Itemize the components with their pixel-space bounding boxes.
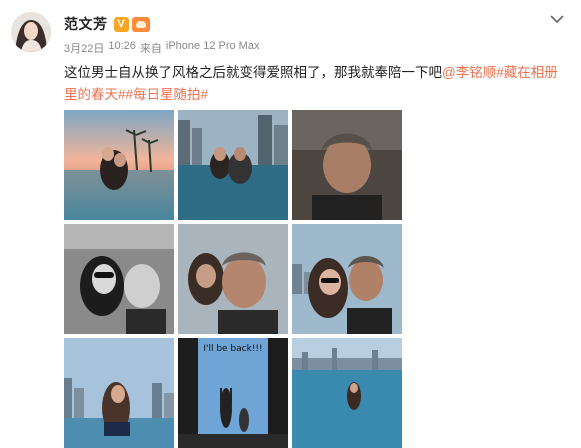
hashtag-link-2[interactable]: #每日星随拍# bbox=[126, 87, 209, 102]
mention-link[interactable]: @李铭顺 bbox=[442, 65, 496, 80]
vip-badge-icon: V bbox=[113, 16, 129, 32]
author-name[interactable]: 范文芳 bbox=[64, 14, 108, 34]
post-source-prefix: 来自 bbox=[139, 43, 162, 55]
photo-8-caption: I'll be back!!! bbox=[203, 344, 263, 354]
post-meta: 3月22日 10:26 来自 iPhone 12 Pro Max bbox=[64, 40, 259, 56]
post-date[interactable]: 3月22日 bbox=[64, 40, 104, 56]
fan-level-icon bbox=[131, 16, 150, 32]
photo-6[interactable] bbox=[292, 224, 402, 334]
photo-5[interactable] bbox=[178, 224, 288, 334]
photo-9[interactable] bbox=[292, 338, 402, 448]
author-avatar[interactable] bbox=[11, 12, 51, 52]
photo-2[interactable] bbox=[178, 110, 288, 220]
post-text: 这位男士自从换了风格之后就变得爱照相了，那我就奉陪一下吧@李铭顺#藏在相册里的春… bbox=[64, 62, 560, 106]
avatar-image bbox=[11, 12, 51, 52]
photo-8[interactable]: I'll be back!!! bbox=[178, 338, 288, 448]
photo-grid: I'll be back!!! bbox=[64, 110, 406, 448]
photo-1[interactable] bbox=[64, 110, 174, 220]
post-body-text: 这位男士自从换了风格之后就变得爱照相了，那我就奉陪一下吧 bbox=[64, 65, 442, 80]
author-row: 范文芳 V bbox=[64, 14, 150, 34]
photo-4[interactable] bbox=[64, 224, 174, 334]
post-menu-chevron-icon[interactable] bbox=[549, 12, 565, 24]
photo-7[interactable] bbox=[64, 338, 174, 448]
post-time[interactable]: 10:26 bbox=[108, 40, 136, 56]
weibo-post: 范文芳 V 3月22日 10:26 来自 iPhone 12 Pro Max 这… bbox=[0, 0, 581, 448]
post-device: iPhone 12 Pro Max bbox=[165, 40, 260, 52]
photo-3[interactable] bbox=[292, 110, 402, 220]
